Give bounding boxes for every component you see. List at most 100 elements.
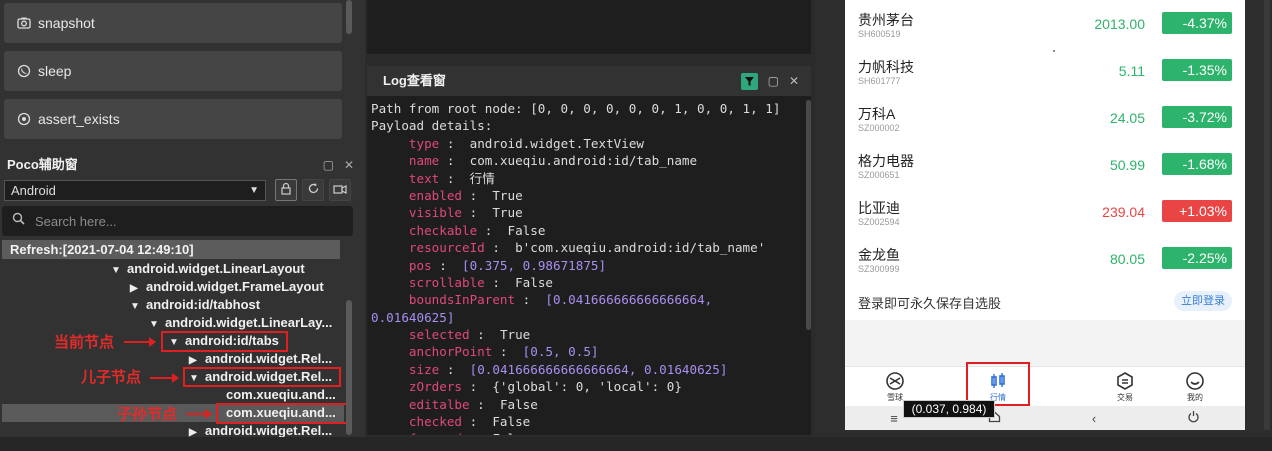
log-field-key: size (408, 361, 440, 377)
stock-row[interactable]: 比亚迪 SZ002594 239.04 +1.03% (845, 188, 1245, 235)
log-field-line: text : 行情 (371, 170, 811, 187)
log-field-value: [0.041666666666666664, 0.01640625] (469, 361, 728, 377)
log-field-line: enabled : True (371, 187, 811, 204)
log-field-line: resourceId : b'com.xueqiu.android:id/tab… (371, 239, 811, 256)
search-input[interactable] (35, 213, 325, 229)
annotation-arrow-icon (150, 373, 179, 383)
empty-area (845, 320, 1245, 366)
tree-arrow-icon[interactable]: ▼ (111, 262, 127, 280)
stock-change-badge: -2.25% (1162, 247, 1232, 269)
trade-icon (1117, 372, 1133, 390)
descendant-node-highlight (216, 403, 348, 424)
stock-price: 2013.00 (1094, 16, 1145, 32)
stock-price: 239.04 (1102, 204, 1145, 220)
annotation-child-node: 儿子节点 (81, 369, 142, 386)
left-panel: snapshot sleep assert_exists Poco辅助窗 ▢ ✕… (0, 0, 365, 451)
tree-node[interactable]: ▶ android.widget.FrameLayout (130, 278, 324, 296)
snapshot-button[interactable]: snapshot (4, 3, 342, 43)
log-field-line: scrollable : False (371, 274, 811, 291)
log-field-separator: : (462, 187, 493, 203)
log-field-key: visible (408, 205, 462, 221)
tab-label: 交易 (1117, 393, 1133, 402)
log-field-key: anchorPoint (408, 344, 493, 360)
log-field-line: size : [0.041666666666666664, 0.01640625… (371, 361, 811, 378)
platform-select[interactable]: Android ▼ (4, 180, 266, 201)
back-icon[interactable]: ‹ (1092, 411, 1096, 426)
annotation-arrow-icon (186, 409, 212, 419)
refresh-button[interactable] (302, 179, 324, 201)
close-icon[interactable]: ✕ (789, 66, 799, 96)
tree-node[interactable]: ▼ android:id/tabhost (130, 296, 260, 314)
search-bar[interactable] (2, 206, 353, 236)
stock-change-badge: -4.37% (1162, 12, 1232, 34)
target-icon (16, 111, 32, 127)
log-field-line: focused : False (371, 430, 811, 435)
log-content: Path from root node: [0, 0, 0, 0, 0, 0, … (367, 96, 811, 435)
lock-button[interactable] (275, 179, 297, 201)
tree-node-label: android.widget.Rel... (205, 423, 333, 438)
log-field-value: com.xueqiu.android:id/tab_name (469, 153, 698, 169)
log-field-line: zOrders : {'global': 0, 'local': 0} (371, 378, 811, 395)
log-field-value: False (492, 431, 530, 435)
log-field-value: [0.041666666666666664, (545, 292, 713, 308)
record-button[interactable] (329, 179, 351, 201)
float-window-icon[interactable]: ▢ (323, 152, 334, 178)
log-field-separator: : (484, 240, 516, 256)
stock-name: 贵州茅台 (858, 12, 914, 28)
stock-change-badge: -1.35% (1162, 59, 1232, 81)
stock-price: 5.11 (1118, 63, 1145, 79)
log-field-key: checkable (408, 222, 478, 238)
log-field-separator: : (439, 361, 470, 377)
snowball-icon (886, 372, 904, 390)
stock-row[interactable]: 金龙鱼 SZ300999 80.05 -2.25% (845, 235, 1245, 282)
assert-exists-button[interactable]: assert_exists (4, 99, 342, 139)
tree-node[interactable]: ▼ android.widget.LinearLayout (111, 260, 305, 278)
video-icon (333, 183, 347, 198)
sleep-label: sleep (38, 63, 72, 79)
log-field-separator: : (469, 396, 500, 412)
log-field-separator: : (462, 379, 493, 395)
tree-scrollbar[interactable] (346, 300, 352, 435)
stock-name: 格力电器 (858, 153, 914, 169)
dot-marker (1053, 50, 1055, 52)
commands-scrollbar[interactable] (346, 0, 352, 34)
stock-row[interactable]: 力帆科技 SH601777 5.11 -1.35% (845, 47, 1245, 94)
tree-node[interactable]: ▶ android.widget.Rel... (189, 350, 332, 368)
log-field-key: focused (409, 431, 462, 435)
log-field-separator: : (439, 153, 470, 169)
sleep-button[interactable]: sleep (4, 51, 342, 91)
log-field-value: b'com.xueqiu.android:id/tab_name' (515, 240, 766, 256)
log-field-key: selected (408, 327, 470, 343)
log-field-value: True (492, 205, 523, 221)
annotation-descendant-node: 子孙节点 (117, 406, 178, 423)
filter-icon[interactable] (740, 72, 758, 90)
tab-profile[interactable]: 我的 (1155, 367, 1235, 407)
child-node-highlight (183, 367, 341, 387)
device-screen-panel: 贵州茅台 SH600519 2013.00 -4.37% 力帆科技 SH601777 5.1… (815, 0, 1272, 451)
tree-arrow-icon[interactable]: ▼ (130, 298, 146, 316)
stock-row[interactable]: 格力电器 SZ000651 50.99 -1.68% (845, 141, 1245, 188)
float-window-icon[interactable]: ▢ (768, 66, 779, 96)
log-field-key: type (408, 135, 440, 151)
tab-trade[interactable]: 交易 (1085, 367, 1165, 407)
phone-screen[interactable]: 贵州茅台 SH600519 2013.00 -4.37% 力帆科技 SH601777 5.1… (845, 0, 1245, 430)
log-field-separator: : (469, 327, 500, 343)
tree-node[interactable]: ▼ android.widget.LinearLay... (149, 314, 332, 332)
log-field-separator: : (439, 135, 470, 151)
menu-icon[interactable]: ≡ (890, 411, 898, 426)
device-scrollbar[interactable] (1264, 0, 1270, 430)
log-field-line: pos : [0.375, 0.98671875] (371, 257, 811, 274)
poco-panel-header: Poco辅助窗 ▢ ✕ (0, 152, 360, 178)
tree-node[interactable]: com.xueqiu.and... (226, 386, 336, 404)
tree-node-label: android:id/tabhost (146, 297, 261, 312)
assert-exists-label: assert_exists (38, 111, 120, 127)
search-icon (12, 212, 25, 230)
stock-row[interactable]: 贵州茅台 SH600519 2013.00 -4.37% (845, 0, 1245, 47)
log-scrollbar[interactable] (806, 100, 811, 330)
power-icon[interactable] (1187, 410, 1200, 426)
log-field-line: visible : True (371, 204, 811, 221)
stock-code: SZ002594 (858, 217, 900, 227)
stock-row[interactable]: 万科A SZ000002 24.05 -3.72% (845, 94, 1245, 141)
close-icon[interactable]: ✕ (344, 152, 354, 178)
login-button[interactable]: 立即登录 (1174, 291, 1232, 311)
